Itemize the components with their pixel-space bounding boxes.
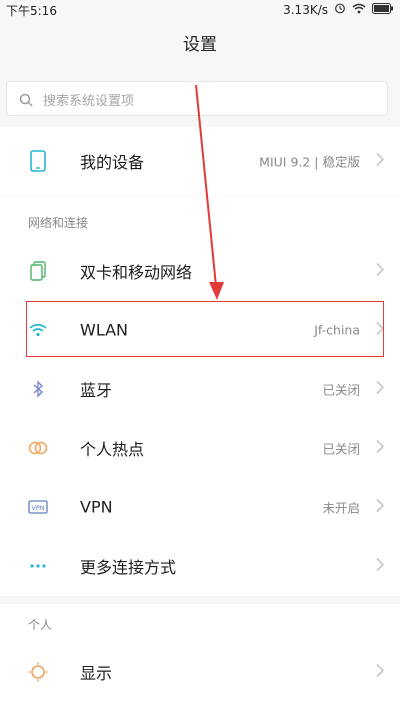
more-connections-row[interactable]: 更多连接方式 <box>0 536 400 595</box>
display-row[interactable]: 显示 <box>0 642 400 701</box>
more-dots-icon <box>28 556 48 576</box>
search-placeholder: 搜索系统设置项 <box>43 94 135 109</box>
chevron-right-icon <box>376 379 385 398</box>
alarm-icon <box>334 2 346 17</box>
dual-sim-row[interactable]: 双卡和移动网络 <box>0 241 400 300</box>
brightness-icon <box>28 662 48 682</box>
chevron-right-icon <box>376 556 385 575</box>
wifi-status-icon <box>352 3 366 17</box>
search-box[interactable]: 搜索系统设置项 <box>6 81 388 116</box>
hotspot-row[interactable]: 个人热点 已关闭 <box>0 418 400 477</box>
hotspot-label: 个人热点 <box>80 439 145 459</box>
device-value: MIUI 9.2 | 稳定版 <box>259 154 360 170</box>
svg-text:VPN: VPN <box>31 504 44 512</box>
status-right: 3.13K/s <box>283 2 394 17</box>
vpn-row[interactable]: VPN VPN 未开启 <box>0 477 400 536</box>
device-label: 我的设备 <box>80 153 145 172</box>
bluetooth-row[interactable]: 蓝牙 已关闭 <box>0 359 400 418</box>
title-bar: 设置 <box>0 20 400 72</box>
chevron-right-icon <box>376 438 385 457</box>
chevron-right-icon <box>376 261 385 280</box>
vpn-icon: VPN <box>28 497 48 517</box>
section-label-personal: 个人 <box>28 618 53 632</box>
chevron-right-icon <box>376 152 385 171</box>
hotspot-icon <box>28 438 48 458</box>
device-card: 我的设备 MIUI 9.2 | 稳定版 <box>0 127 400 195</box>
network-speed: 3.13K/s <box>283 2 328 17</box>
status-time: 下午5:16 <box>6 4 57 18</box>
more-connections-label: 更多连接方式 <box>80 557 177 577</box>
dual-sim-label: 双卡和移动网络 <box>80 262 193 282</box>
search-icon <box>19 92 33 111</box>
page-title: 设置 <box>183 35 217 55</box>
personal-card: 个人 显示 <box>0 604 400 702</box>
device-row[interactable]: 我的设备 MIUI 9.2 | 稳定版 <box>0 127 400 195</box>
wlan-highlight-box <box>26 301 384 357</box>
section-label-network: 网络和连接 <box>28 216 89 230</box>
status-bar: 下午5:16 3.13K/s <box>0 0 400 20</box>
chevron-right-icon <box>376 662 385 681</box>
vpn-value: 未开启 <box>322 500 360 515</box>
display-label: 显示 <box>80 663 113 683</box>
sim-card-icon <box>28 260 48 281</box>
chevron-right-icon <box>376 497 385 516</box>
bluetooth-label: 蓝牙 <box>80 380 113 400</box>
phone-icon <box>28 150 48 172</box>
vpn-label: VPN <box>80 497 113 516</box>
hotspot-value: 已关闭 <box>322 441 360 456</box>
bluetooth-icon <box>28 379 48 399</box>
battery-icon <box>372 2 394 17</box>
bluetooth-value: 已关闭 <box>322 382 360 397</box>
network-card: 网络和连接 双卡和移动网络 WLAN Jf-china 蓝牙 已关闭 个人热点 … <box>0 196 400 596</box>
